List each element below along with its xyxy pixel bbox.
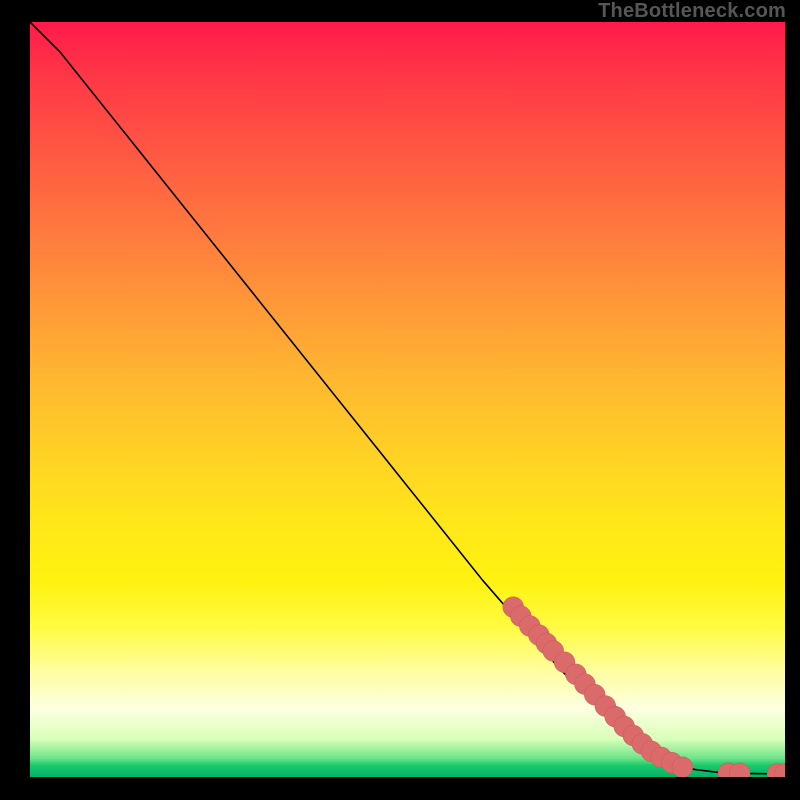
chart-frame: TheBottleneck.com [0,0,800,800]
plot-area [30,22,785,777]
data-marker [672,757,693,777]
watermark-text: TheBottleneck.com [598,0,786,23]
data-markers [503,597,785,777]
chart-overlay [30,22,785,777]
curve-line [30,22,785,774]
